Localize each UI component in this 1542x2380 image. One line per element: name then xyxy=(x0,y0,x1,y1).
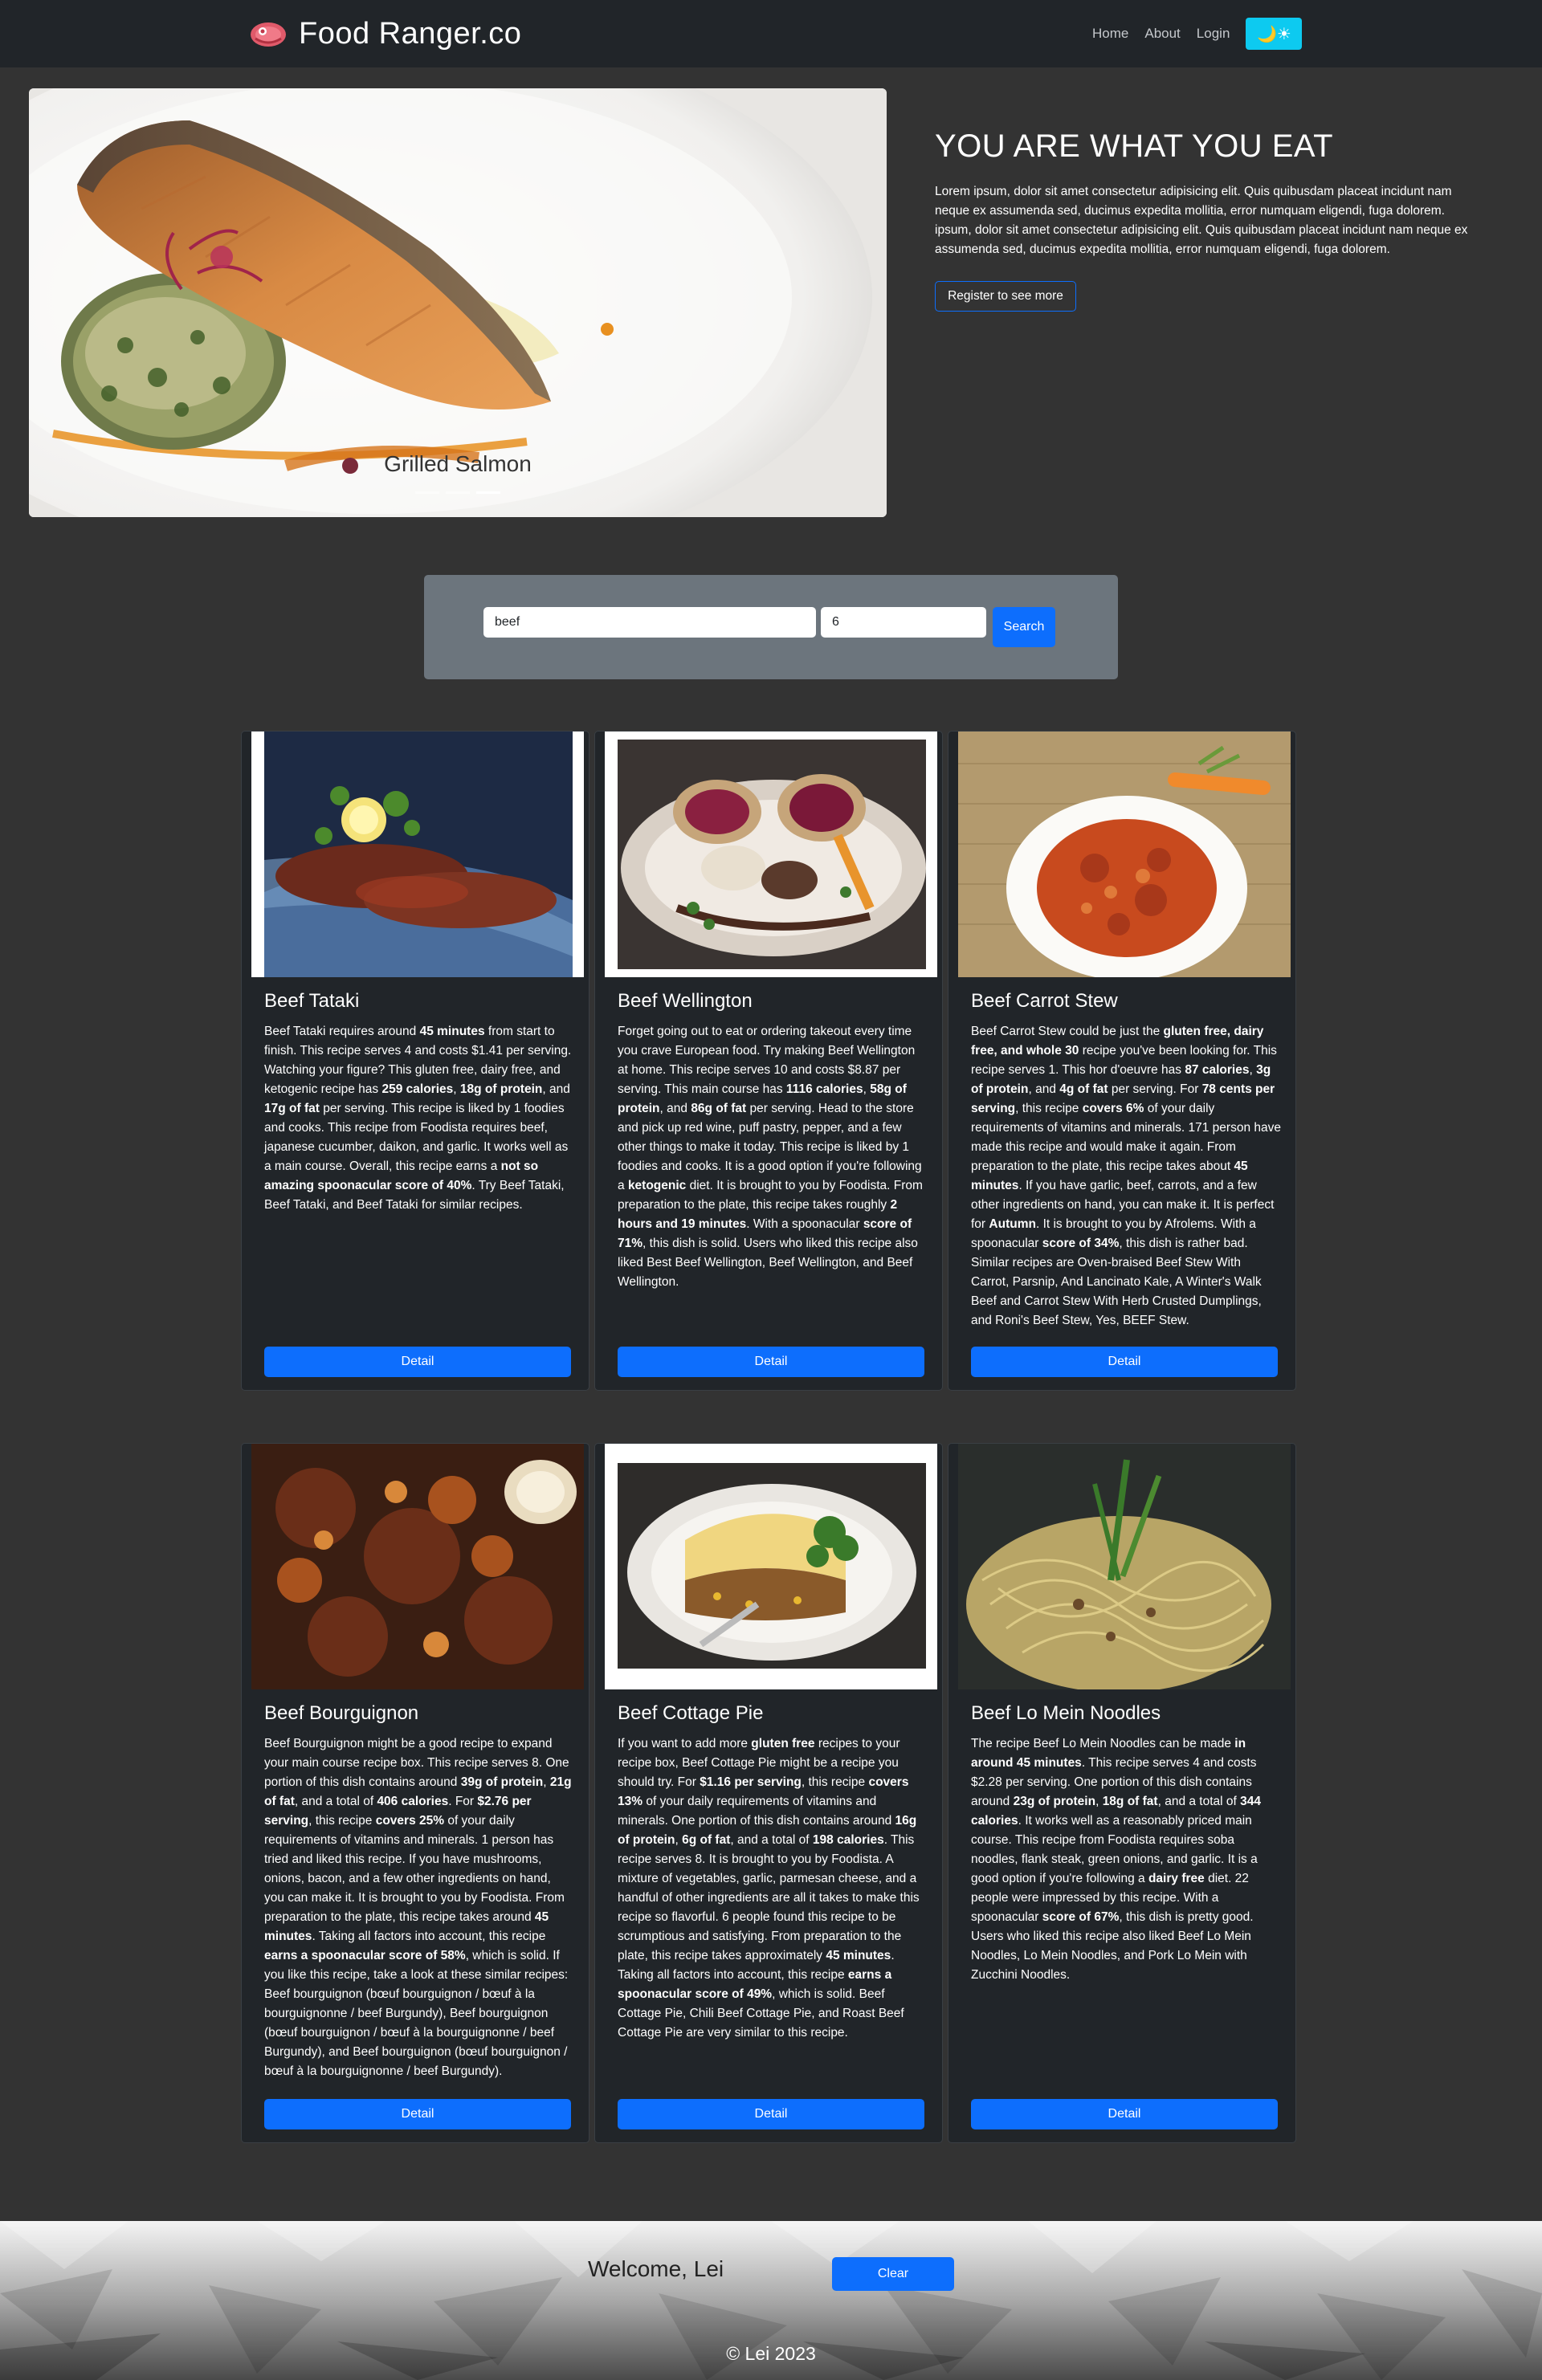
recipe-summary: Beef Bourguignon might be a good recipe … xyxy=(264,1737,572,2078)
recipe-summary: If you want to add more gluten free reci… xyxy=(618,1737,920,2040)
recipe-title: Beef Tataki xyxy=(264,990,360,1012)
carousel-caption: Grilled Salmon xyxy=(384,451,532,476)
hero-body: Lorem ipsum, dolor sit amet consectetur … xyxy=(935,185,1468,256)
detail-button[interactable]: Detail xyxy=(971,2099,1278,2129)
recipe-image[interactable] xyxy=(251,1444,584,1689)
recipe-title: Beef Cottage Pie xyxy=(618,1702,764,1724)
moon-sun-icon: 🌙☀ xyxy=(1256,25,1291,43)
recipe-summary: Forget going out to eat or ordering take… xyxy=(618,1025,923,1289)
recipe-card: Beef Tataki Beef Tataki requires around … xyxy=(241,731,589,1391)
detail-button[interactable]: Detail xyxy=(618,2099,924,2129)
brand[interactable]: Food Ranger.co xyxy=(249,11,521,56)
detail-button[interactable]: Detail xyxy=(971,1347,1278,1377)
carousel-indicator[interactable] xyxy=(415,491,439,494)
recipe-summary: Beef Carrot Stew could be just the glute… xyxy=(971,1025,1281,1327)
carousel-indicator-active[interactable] xyxy=(476,491,500,494)
search-input[interactable] xyxy=(483,607,816,638)
recipe-card: Beef Wellington Forget going out to eat … xyxy=(594,731,943,1391)
recipe-image[interactable] xyxy=(958,1444,1291,1689)
welcome-message: Welcome, Lei xyxy=(588,2256,724,2281)
recipe-image[interactable] xyxy=(251,732,584,977)
result-count-input[interactable] xyxy=(821,607,986,638)
navbar: Food Ranger.co Home About Login 🌙☀ xyxy=(0,0,1542,67)
register-button[interactable]: Register to see more xyxy=(935,281,1076,312)
recipe-card: Beef Lo Mein Noodles The recipe Beef Lo … xyxy=(948,1443,1296,2143)
detail-button[interactable]: Detail xyxy=(264,2099,571,2129)
footer: Welcome, Lei Clear © Lei 2023 xyxy=(0,2221,1542,2380)
recipe-title: Beef Bourguignon xyxy=(264,1702,419,1724)
nav-login-link[interactable]: Login xyxy=(1197,26,1230,42)
search-button[interactable]: Search xyxy=(993,607,1055,647)
nav-about-link[interactable]: About xyxy=(1144,26,1180,42)
recipe-summary: Beef Tataki requires around 45 minutes f… xyxy=(264,1025,572,1212)
theme-toggle-button[interactable]: 🌙☀ xyxy=(1246,18,1303,50)
recipe-title: Beef Wellington xyxy=(618,990,753,1012)
hero-text: YOU ARE WHAT YOU EAT Lorem ipsum, dolor … xyxy=(935,128,1481,259)
copyright: © Lei 2023 xyxy=(726,2343,816,2364)
carousel-indicators xyxy=(29,491,887,494)
carousel-indicator[interactable] xyxy=(446,491,470,494)
detail-button[interactable]: Detail xyxy=(618,1347,924,1377)
recipe-card: Beef Carrot Stew Beef Carrot Stew could … xyxy=(948,731,1296,1391)
recipe-image[interactable] xyxy=(958,732,1291,977)
steak-logo-icon xyxy=(249,19,288,48)
brand-name: Food Ranger.co xyxy=(299,16,522,51)
recipe-image[interactable] xyxy=(605,732,937,977)
recipe-image[interactable] xyxy=(605,1444,937,1689)
hero-carousel[interactable]: Grilled Salmon xyxy=(29,88,887,517)
nav-links: Home About Login 🌙☀ xyxy=(1092,18,1303,50)
recipe-title: Beef Lo Mein Noodles xyxy=(971,1702,1161,1724)
recipe-card: Beef Cottage Pie If you want to add more… xyxy=(594,1443,943,2143)
clear-button[interactable]: Clear xyxy=(832,2257,954,2291)
recipe-summary: The recipe Beef Lo Mein Noodles can be m… xyxy=(971,1737,1262,1982)
search-panel: Search xyxy=(424,575,1118,679)
recipe-title: Beef Carrot Stew xyxy=(971,990,1118,1012)
hero-title: YOU ARE WHAT YOU EAT xyxy=(935,128,1334,164)
recipe-card: Beef Bourguignon Beef Bourguignon might … xyxy=(241,1443,589,2143)
nav-home-link[interactable]: Home xyxy=(1092,26,1128,42)
detail-button[interactable]: Detail xyxy=(264,1347,571,1377)
